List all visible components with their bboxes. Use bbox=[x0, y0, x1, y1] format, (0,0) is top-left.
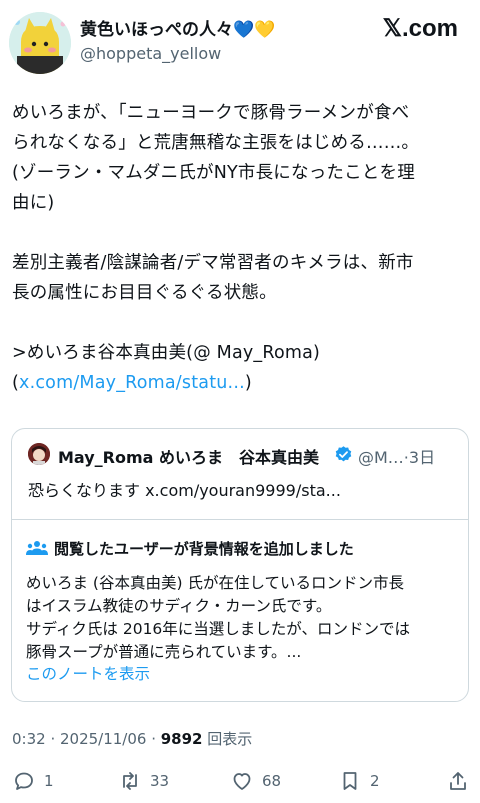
quoted-handle-and-time: @M…·3日 bbox=[358, 448, 436, 467]
bookmark-count: 2 bbox=[370, 772, 380, 790]
people-icon bbox=[26, 540, 48, 556]
post-text: めいろまが、「ニューヨークで豚骨ラーメンが食べ られなくなる」と荒唐無稽な主張を… bbox=[12, 98, 470, 398]
post-line: (ゾーラン・マムダニ氏がNY市長になったことを理 bbox=[12, 163, 415, 183]
quoted-post-header: May_Roma めいろま 谷本真由美 @M…·3日 bbox=[28, 442, 458, 468]
reply-button[interactable]: 1 bbox=[12, 767, 54, 795]
repost-button[interactable]: 33 bbox=[118, 767, 169, 795]
community-note-body: めいろま (谷本真由美) 氏が在住しているロンドン市長 はイスラム教徒のサディク… bbox=[26, 572, 462, 664]
post-link-line: (x.com/May_Roma/statu...) bbox=[12, 373, 252, 393]
view-note-link[interactable]: このノートを表示 bbox=[26, 662, 150, 684]
repost-icon bbox=[123, 772, 137, 790]
post-line: 由に) bbox=[12, 193, 55, 213]
author-avatar[interactable] bbox=[9, 12, 71, 74]
post-timestamp[interactable]: 0:32 · 2025/11/06 · 9892 回表示 bbox=[12, 728, 252, 749]
author-handle[interactable]: @hoppeta_yellow bbox=[80, 44, 221, 63]
like-count: 68 bbox=[262, 772, 282, 790]
quoted-post-text: 恐らくなります x.com/youran9999/sta... bbox=[28, 481, 341, 500]
community-note-heading: 閲覧したユーザーが背景情報を追加しました bbox=[26, 538, 354, 559]
quoted-author-name[interactable]: May_Roma めいろま 谷本真由美 bbox=[58, 444, 319, 468]
bookmark-button[interactable]: 2 bbox=[338, 767, 380, 795]
community-note[interactable]: 閲覧したユーザーが背景情報を追加しました めいろま (谷本真由美) 氏が在住して… bbox=[12, 519, 468, 701]
note-line: めいろま (谷本真由美) 氏が在住しているロンドン市長 bbox=[26, 574, 404, 592]
post-line: 長の属性にお目目ぐるぐる状態。 bbox=[12, 283, 277, 303]
blue-heart-icon: 💙 bbox=[233, 20, 255, 40]
post-line: 差別主義者/陰謀論者/デマ常習者のキメラは、新市 bbox=[12, 253, 414, 273]
post-line-gap bbox=[12, 218, 470, 248]
reply-count: 1 bbox=[44, 772, 54, 790]
post-header: 黄色いほっぺの人々💙💛 @hoppeta_yellow 𝕏.com bbox=[0, 0, 480, 80]
quoted-author-avatar[interactable] bbox=[28, 443, 50, 465]
post-line: られなくなる」と荒唐無稽な主張をはじめる……。 bbox=[12, 133, 420, 153]
share-icon bbox=[450, 772, 466, 790]
repost-count: 33 bbox=[150, 772, 170, 790]
share-button[interactable] bbox=[446, 767, 470, 795]
post-line-gap bbox=[12, 308, 470, 338]
bookmark-icon bbox=[343, 772, 357, 790]
post-link[interactable]: x.com/May_Roma/statu... bbox=[19, 373, 245, 393]
heart-icon bbox=[233, 773, 251, 790]
note-line: はイスラム教徒のサディク・カーン氏です。 bbox=[26, 597, 332, 615]
action-bar: 1 33 68 2 bbox=[0, 763, 480, 799]
post-line: めいろまが、「ニューヨークで豚骨ラーメンが食べ bbox=[12, 103, 410, 123]
view-count: 9892 bbox=[160, 730, 203, 748]
note-line: サディク氏は 2016年に当選しましたが、ロンドンでは bbox=[26, 620, 410, 638]
reply-icon bbox=[15, 772, 33, 790]
like-button[interactable]: 68 bbox=[230, 767, 281, 795]
note-line: 豚骨スープが普通に売られています。... bbox=[26, 643, 302, 661]
quoted-post[interactable]: May_Roma めいろま 谷本真由美 @M…·3日 恐らくなります x.com… bbox=[11, 428, 469, 702]
x-logo[interactable]: 𝕏.com bbox=[383, 14, 458, 43]
author-display-name[interactable]: 黄色いほっぺの人々💙💛 bbox=[80, 15, 275, 40]
yellow-heart-icon: 💛 bbox=[254, 20, 276, 40]
post-line: >めいろま谷本真由美(@ May_Roma) bbox=[12, 343, 321, 363]
verified-badge-icon bbox=[334, 445, 353, 464]
